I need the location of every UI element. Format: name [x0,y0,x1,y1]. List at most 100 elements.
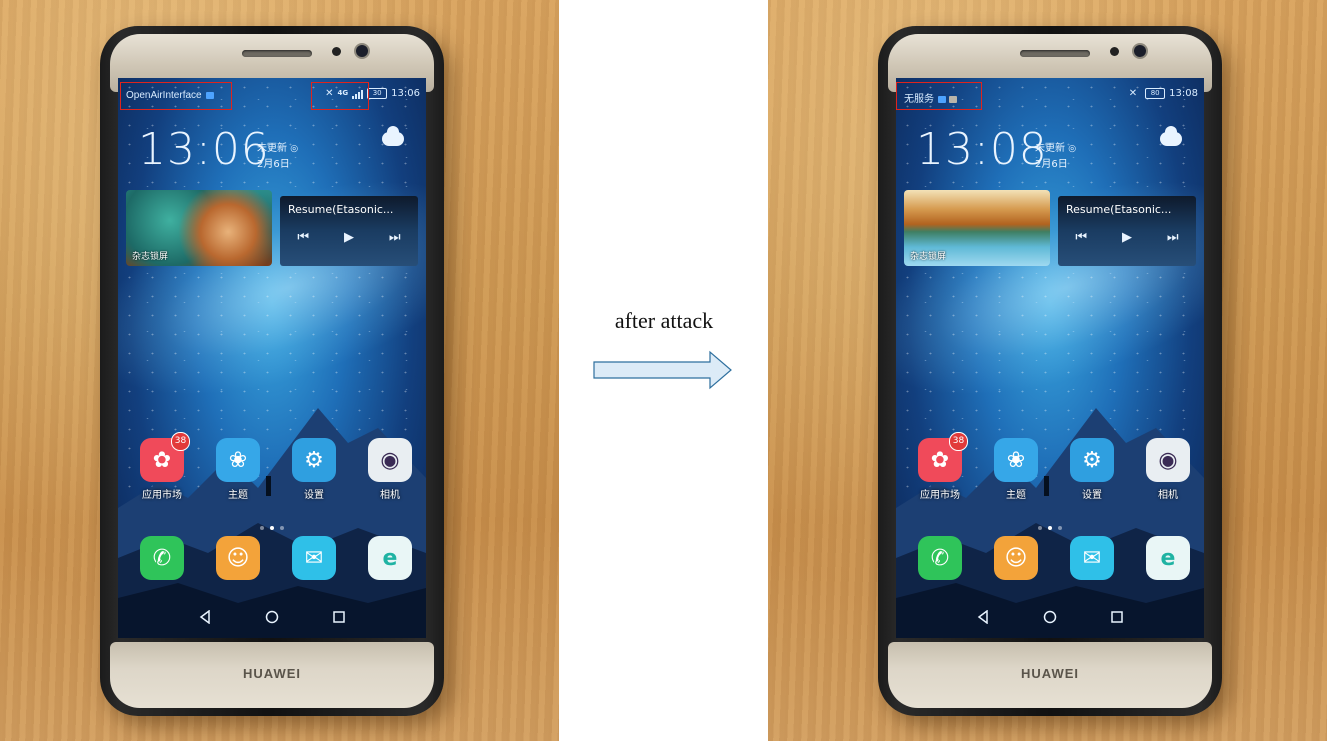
location-icon: ◎ [290,144,299,154]
contacts-icon: ☺ [994,536,1038,580]
gear-icon: ⚙ [1070,438,1114,482]
magazine-label: 杂志锁屏 [132,252,169,262]
earpiece-speaker [1020,50,1090,57]
home-screen: 无服务 ✕ 80 13:08 13:08 未更新 ◎ 2月6日 杂志锁屏 Res… [896,78,1204,638]
highlight-box-carrier [120,82,232,110]
proximity-sensor [1110,47,1119,56]
next-track-icon[interactable]: ⏭ [389,230,401,245]
recent-apps-icon[interactable] [332,610,346,624]
back-icon[interactable] [976,610,990,624]
huawei-appgallery-icon: ✿ 38 [140,432,190,482]
app-label: 主题 [1006,490,1026,501]
photo-before: OpenAirInterface ✕ 4G 30 13:06 13:06 未更新… [0,0,559,741]
huawei-appgallery-icon: ✿ 38 [918,432,968,482]
caption: after attack [614,308,714,333]
app-themes[interactable]: ❀ 主题 [208,438,268,501]
brand-logo: HUAWEI [243,666,301,681]
weather-update-status: 未更新 [257,143,287,154]
status-time: 13:08 [1169,88,1198,99]
flower-theme-icon: ❀ [216,438,260,482]
navigation-bar [118,610,426,630]
back-icon[interactable] [198,610,212,624]
dock-browser[interactable]: e [360,536,420,580]
messages-icon: ✉ [292,536,336,580]
music-title: Resume(Etasonic... [1066,203,1172,216]
previous-track-icon[interactable]: ⏮ [1075,230,1087,245]
mountain-wallpaper [118,408,426,638]
app-label: 应用市场 [142,490,182,501]
photo-after: 无服务 ✕ 80 13:08 13:08 未更新 ◎ 2月6日 杂志锁屏 Res… [768,0,1327,741]
app-label: 主题 [228,490,248,501]
contacts-icon: ☺ [216,536,260,580]
app-label: 相机 [1158,490,1178,501]
app-appgallery[interactable]: ✿ 38 应用市场 [910,432,970,501]
front-camera [356,45,368,57]
music-widget[interactable]: Resume(Etasonic... ⏮ ▶ ⏭ [280,196,418,266]
clock-widget-time[interactable]: 13:06 [138,124,270,175]
dock-contacts[interactable]: ☺ [208,536,268,580]
location-icon: ◎ [1068,144,1077,154]
phone-before: OpenAirInterface ✕ 4G 30 13:06 13:06 未更新… [100,26,444,716]
app-label: 设置 [304,490,324,501]
phone-icon: ✆ [140,536,184,580]
dock-messages[interactable]: ✉ [284,536,344,580]
notification-badge: 38 [949,432,968,451]
phone-bottom-bezel: HUAWEI [110,642,434,708]
cloud-icon[interactable] [382,126,404,146]
app-camera[interactable]: ◉ 相机 [1138,438,1198,501]
camera-icon: ◉ [368,438,412,482]
gear-icon: ⚙ [292,438,336,482]
browser-icon: e [368,536,412,580]
phone-icon: ✆ [918,536,962,580]
phone-bottom-bezel: HUAWEI [888,642,1212,708]
dock-browser[interactable]: e [1138,536,1198,580]
cloud-icon[interactable] [1160,126,1182,146]
page-indicator [896,515,1204,534]
app-camera[interactable]: ◉ 相机 [360,438,420,501]
dock-phone[interactable]: ✆ [132,536,192,580]
app-label: 应用市场 [920,490,960,501]
messages-icon: ✉ [1070,536,1114,580]
play-icon[interactable]: ▶ [344,230,354,245]
browser-icon: e [1146,536,1190,580]
previous-track-icon[interactable]: ⏮ [297,230,309,245]
highlight-box-signal [311,82,369,110]
weather-update-status: 未更新 [1035,143,1065,154]
battery-icon: 30 [367,88,388,99]
app-label: 相机 [380,490,400,501]
date-label: 2月6日 [257,159,290,170]
right-arrow-icon [593,350,732,390]
magazine-label: 杂志锁屏 [910,252,947,262]
app-settings[interactable]: ⚙ 设置 [1062,438,1122,501]
phone-after: 无服务 ✕ 80 13:08 13:08 未更新 ◎ 2月6日 杂志锁屏 Res… [878,26,1222,716]
battery-icon: 80 [1145,88,1166,99]
play-icon[interactable]: ▶ [1122,230,1132,245]
camera-icon: ◉ [1146,438,1190,482]
home-icon[interactable] [265,610,279,624]
proximity-sensor [332,47,341,56]
date-label: 2月6日 [1035,159,1068,170]
recent-apps-icon[interactable] [1110,610,1124,624]
music-widget[interactable]: Resume(Etasonic... ⏮ ▶ ⏭ [1058,196,1196,266]
music-title: Resume(Etasonic... [288,203,394,216]
app-label: 设置 [1082,490,1102,501]
dock-phone[interactable]: ✆ [910,536,970,580]
front-camera [1134,45,1146,57]
mountain-wallpaper [896,408,1204,638]
clock-widget-time[interactable]: 13:08 [916,124,1048,175]
dock-contacts[interactable]: ☺ [986,536,1046,580]
app-settings[interactable]: ⚙ 设置 [284,438,344,501]
flower-theme-icon: ❀ [994,438,1038,482]
app-appgallery[interactable]: ✿ 38 应用市场 [132,432,192,501]
magazine-lockscreen-widget[interactable]: 杂志锁屏 [126,190,272,266]
next-track-icon[interactable]: ⏭ [1167,230,1179,245]
earpiece-speaker [242,50,312,57]
dock-messages[interactable]: ✉ [1062,536,1122,580]
magazine-lockscreen-widget[interactable]: 杂志锁屏 [904,190,1050,266]
notification-badge: 38 [171,432,190,451]
highlight-box-carrier [896,82,982,110]
app-themes[interactable]: ❀ 主题 [986,438,1046,501]
home-icon[interactable] [1043,610,1057,624]
navigation-bar [896,610,1204,630]
status-time: 13:06 [391,88,420,99]
